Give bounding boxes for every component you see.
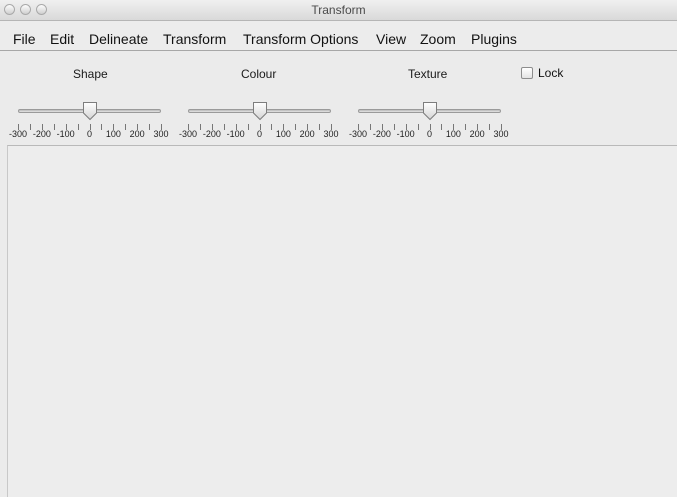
slider-tick <box>271 124 273 130</box>
slider-tick-label: -300 <box>348 129 368 139</box>
slider-tick-label: -100 <box>396 129 415 139</box>
slider-tick-label: 200 <box>299 129 315 139</box>
slider-tick-label: -200 <box>372 129 391 139</box>
menu-view[interactable]: View <box>376 31 406 47</box>
window-titlebar: Transform <box>0 0 677 21</box>
colour-label: Colour <box>241 67 277 81</box>
slider-tick-label: -300 <box>8 129 28 139</box>
slider-thumb-icon[interactable] <box>82 101 98 121</box>
slider-tick-label: 300 <box>493 129 509 139</box>
lock-label: Lock <box>538 66 564 80</box>
shape-slider[interactable]: -300 -200 -100 0 100 200 300 <box>6 100 176 145</box>
menu-delineate[interactable]: Delineate <box>89 31 148 47</box>
slider-tick-label: 200 <box>469 129 485 139</box>
slider-tick <box>53 124 55 130</box>
colour-slider[interactable]: -300 -200 -100 0 100 200 300 <box>176 100 346 145</box>
slider-thumb-icon[interactable] <box>422 101 438 121</box>
slider-tick <box>199 124 201 130</box>
slider-tick <box>489 124 491 130</box>
texture-slider[interactable]: -300 -200 -100 0 100 200 300 <box>346 100 516 145</box>
slider-tick <box>247 124 249 130</box>
slider-tick-label: 200 <box>129 129 145 139</box>
slider-tick <box>441 124 443 130</box>
slider-thumb-icon[interactable] <box>252 101 268 121</box>
slider-tick <box>125 124 127 130</box>
slider-tick <box>393 124 395 130</box>
slider-tick-label: 100 <box>445 129 461 139</box>
slider-tick <box>29 124 31 130</box>
slider-tick-label: 0 <box>86 129 93 139</box>
menu-file[interactable]: File <box>13 31 36 47</box>
menu-plugins[interactable]: Plugins <box>471 31 517 47</box>
slider-tick <box>369 124 371 130</box>
slider-tick-label: 300 <box>323 129 339 139</box>
slider-tick <box>101 124 103 130</box>
texture-label: Texture <box>408 67 448 81</box>
slider-tick-label: 100 <box>105 129 121 139</box>
slider-tick-label: -300 <box>178 129 198 139</box>
menu-edit[interactable]: Edit <box>50 31 74 47</box>
slider-tick-label: -100 <box>226 129 245 139</box>
slider-tick-label: -100 <box>56 129 75 139</box>
lock-checkbox[interactable] <box>521 67 533 79</box>
slider-tick <box>77 124 79 130</box>
slider-tick-label: -200 <box>32 129 51 139</box>
menu-transform[interactable]: Transform <box>163 31 226 47</box>
menu-bar: File Edit Delineate Transform Transform … <box>0 21 677 51</box>
shape-label: Shape <box>73 67 108 81</box>
slider-tick <box>319 124 321 130</box>
slider-tick <box>149 124 151 130</box>
slider-tick-label: 300 <box>153 129 169 139</box>
menu-zoom[interactable]: Zoom <box>420 31 456 47</box>
menu-transform-options[interactable]: Transform Options <box>243 31 358 47</box>
slider-tick-label: 0 <box>256 129 263 139</box>
slider-tick <box>223 124 225 130</box>
slider-tick-label: 0 <box>426 129 433 139</box>
slider-tick <box>417 124 419 130</box>
slider-tick <box>295 124 297 130</box>
slider-tick-label: -200 <box>202 129 221 139</box>
slider-tick-label: 100 <box>275 129 291 139</box>
image-canvas[interactable] <box>7 145 677 497</box>
slider-tick <box>465 124 467 130</box>
window-title: Transform <box>311 3 366 17</box>
